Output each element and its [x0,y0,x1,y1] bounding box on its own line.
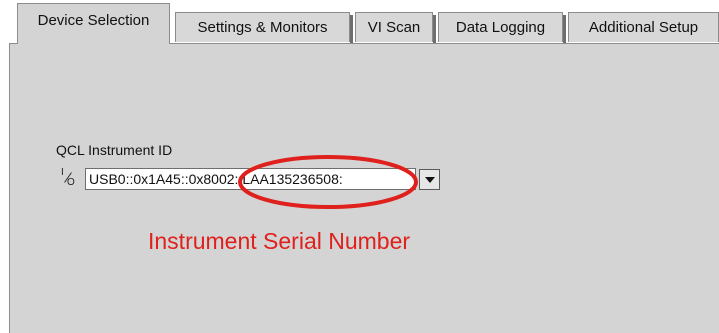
tab-label: VI Scan [367,19,421,36]
tab-vi-scan[interactable]: VI Scan [355,12,436,44]
instrument-id-dropdown-button[interactable] [419,169,440,190]
tab-device-selection[interactable]: Device Selection [17,3,170,44]
tab-label: Data Logging [455,19,546,36]
tab-label: Additional Setup [588,19,699,36]
chevron-down-icon [424,176,435,183]
tab-additional-setup[interactable]: Additional Setup [568,12,719,42]
instrument-id-field[interactable]: USB0::0x1A45::0x8002::LAA135236508: [85,168,416,190]
tab-label: Settings & Monitors [197,19,328,36]
serial-number-annotation: Instrument Serial Number [148,228,411,254]
tab-strip: Device Selection Settings & Monitors VI … [0,0,719,44]
tab-data-logging[interactable]: Data Logging [438,12,566,44]
tab-settings-monitors[interactable]: Settings & Monitors [175,12,353,44]
io-icon: I O [61,167,75,188]
qcl-instrument-id-label: QCL Instrument ID [56,142,173,158]
tab-label: Device Selection [37,12,150,29]
